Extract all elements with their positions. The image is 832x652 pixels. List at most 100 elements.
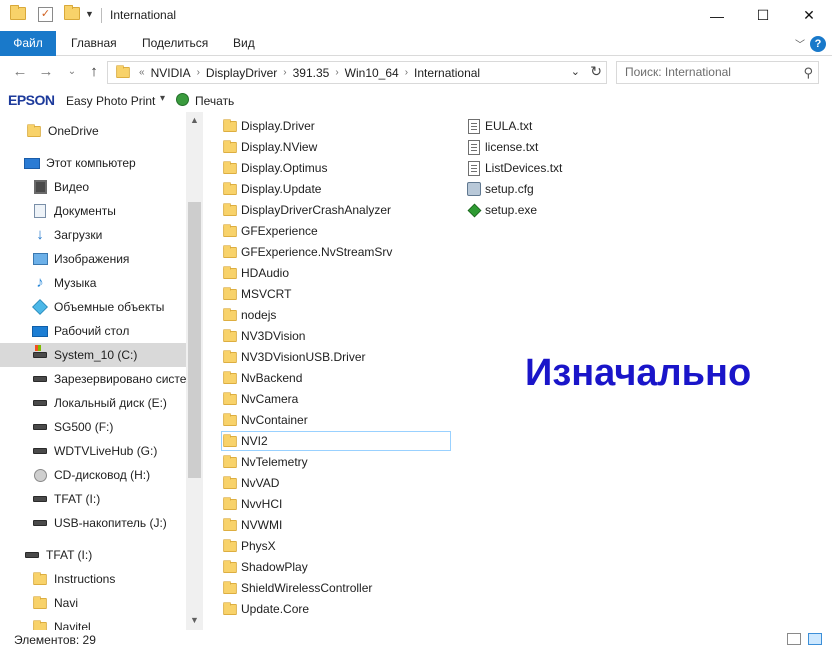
breadcrumb-displaydriver[interactable]: DisplayDriver — [206, 66, 277, 80]
nav-item-wdtv[interactable]: WDTVLiveHub (G:) — [0, 439, 186, 463]
tab-share[interactable]: Поделиться — [142, 31, 208, 56]
file-item[interactable]: setup.cfg — [466, 179, 534, 199]
nav-item-desktop[interactable]: Рабочий стол — [0, 319, 186, 343]
address-bar[interactable]: « NVIDIA › DisplayDriver › 391.35 › Win1… — [107, 61, 607, 84]
nav-item-system-c[interactable]: System_10 (C:) — [0, 343, 186, 367]
drive-icon — [32, 444, 48, 458]
breadcrumb-version[interactable]: 391.35 — [293, 66, 330, 80]
folder-item[interactable]: DisplayDriverCrashAnalyzer — [222, 200, 391, 220]
nav-item-instructions[interactable]: Instructions — [0, 567, 186, 591]
tab-view[interactable]: Вид — [233, 31, 255, 56]
nav-item-reserved[interactable]: Зарезервировано системой — [0, 367, 186, 391]
nav-item-downloads[interactable]: ↓ Загрузки — [0, 223, 186, 247]
close-button[interactable]: ✕ — [786, 0, 832, 31]
file-item[interactable]: EULA.txt — [466, 116, 532, 136]
folder-name: NvCamera — [241, 392, 299, 406]
nav-item-documents[interactable]: Документы — [0, 199, 186, 223]
nav-item-tfat[interactable]: TFAT (I:) — [0, 487, 186, 511]
maximize-button[interactable]: ☐ — [740, 0, 786, 31]
address-history-icon[interactable]: ⌄ — [571, 65, 580, 78]
chevron-right-icon[interactable]: › — [283, 67, 286, 78]
file-item[interactable]: license.txt — [466, 137, 538, 157]
folder-name: ShieldWirelessController — [241, 581, 373, 595]
chevron-down-icon[interactable]: ▾ — [160, 93, 165, 104]
cd-drive-icon — [32, 468, 48, 482]
nvidia-setup-icon — [466, 203, 482, 217]
folder-item[interactable]: ShadowPlay — [222, 557, 308, 577]
recent-locations-icon[interactable]: ⌄ — [62, 66, 82, 77]
folder-item[interactable]: NVI2 — [221, 431, 451, 451]
large-icons-view-icon[interactable] — [808, 633, 822, 645]
nav-item-navi[interactable]: Navi — [0, 591, 186, 615]
nav-item-onedrive[interactable]: OneDrive — [0, 119, 186, 143]
print-icon[interactable] — [176, 93, 189, 106]
scroll-down-icon[interactable]: ▼ — [186, 612, 203, 629]
chevron-right-icon[interactable]: › — [335, 67, 338, 78]
nav-item-usb-j[interactable]: USB-накопитель (J:) — [0, 511, 186, 535]
minimize-button[interactable]: — — [694, 0, 740, 31]
search-input[interactable]: Поиск: International ⚲ — [616, 61, 819, 84]
folder-item[interactable]: PhysX — [222, 536, 276, 556]
folder-item[interactable]: Display.NView — [222, 137, 317, 157]
folder-item[interactable]: NvVAD — [222, 473, 279, 493]
folder-item[interactable]: Display.Update — [222, 179, 321, 199]
nav-item-music[interactable]: ♪ Музыка — [0, 271, 186, 295]
folder-item[interactable]: nodejs — [222, 305, 276, 325]
folder-icon — [222, 412, 238, 427]
folder-item[interactable]: NvContainer — [222, 410, 308, 430]
print-button[interactable]: Печать — [195, 94, 234, 108]
details-view-icon[interactable] — [787, 633, 801, 645]
nav-item-cd-h[interactable]: CD-дисковод (H:) — [0, 463, 186, 487]
file-item[interactable]: ListDevices.txt — [466, 158, 562, 178]
scroll-up-icon[interactable]: ▲ — [186, 112, 203, 129]
tab-home[interactable]: Главная — [71, 31, 117, 56]
nav-item-this-pc[interactable]: Этот компьютер — [0, 151, 186, 175]
expand-ribbon-icon[interactable]: ﹀ — [795, 36, 805, 51]
breadcrumb-nvidia[interactable]: NVIDIA — [151, 66, 191, 80]
folder-item[interactable]: Update.Core — [222, 599, 309, 619]
folder-item[interactable]: NvCamera — [222, 389, 298, 409]
folder-icon — [222, 265, 238, 280]
tab-file[interactable]: Файл — [0, 31, 56, 56]
up-button[interactable]: ↑ — [84, 63, 104, 80]
forward-button[interactable]: → — [36, 63, 56, 80]
chevron-right-icon[interactable]: › — [197, 67, 200, 78]
text-file-icon — [466, 160, 482, 176]
nav-scrollbar[interactable]: ▲ ▼ — [186, 112, 203, 630]
folder-item[interactable]: NVWMI — [222, 515, 282, 535]
properties-icon[interactable]: ✓ — [38, 7, 53, 22]
text-file-icon — [466, 139, 482, 155]
nav-item-sg500[interactable]: SG500 (F:) — [0, 415, 186, 439]
folder-item[interactable]: Display.Optimus — [222, 158, 327, 178]
scrollbar-thumb[interactable] — [188, 202, 201, 478]
folder-item[interactable]: ShieldWirelessController — [222, 578, 372, 598]
nav-item-images[interactable]: Изображения — [0, 247, 186, 271]
overflow-crumb[interactable]: « — [139, 67, 145, 78]
folder-item[interactable]: GFExperience — [222, 221, 318, 241]
new-folder-icon[interactable] — [64, 5, 80, 23]
nav-item-3d-objects[interactable]: Объемные объекты — [0, 295, 186, 319]
help-icon[interactable]: ? — [810, 36, 826, 52]
folder-item[interactable]: NvBackend — [222, 368, 302, 388]
navigation-pane[interactable]: OneDrive Этот компьютер Видео Документы … — [0, 112, 204, 630]
folder-item[interactable]: GFExperience.NvStreamSrv — [222, 242, 392, 262]
nav-item-tfat-root[interactable]: TFAT (I:) — [0, 543, 186, 567]
folder-item[interactable]: NvTelemetry — [222, 452, 308, 472]
nav-item-video[interactable]: Видео — [0, 175, 186, 199]
file-item[interactable]: setup.exe — [466, 200, 537, 220]
breadcrumb-international[interactable]: International — [414, 66, 480, 80]
back-button[interactable]: ← — [10, 63, 30, 80]
chevron-right-icon[interactable]: › — [405, 67, 408, 78]
breadcrumb-win10[interactable]: Win10_64 — [345, 66, 399, 80]
nav-item-local-e[interactable]: Локальный диск (E:) — [0, 391, 186, 415]
folder-item[interactable]: MSVCRT — [222, 284, 291, 304]
folder-item[interactable]: NV3DVision — [222, 326, 305, 346]
quick-access-dropdown-icon[interactable]: ▼ — [85, 9, 101, 25]
folder-item[interactable]: Display.Driver — [222, 116, 315, 136]
folder-item[interactable]: NvvHCI — [222, 494, 282, 514]
nav-item-navitel[interactable]: Navitel — [0, 615, 186, 630]
folder-item[interactable]: NV3DVisionUSB.Driver — [222, 347, 365, 367]
folder-item[interactable]: HDAudio — [222, 263, 289, 283]
easy-photo-print-button[interactable]: Easy Photo Print — [66, 94, 155, 108]
refresh-icon[interactable]: ↻ — [590, 63, 602, 80]
